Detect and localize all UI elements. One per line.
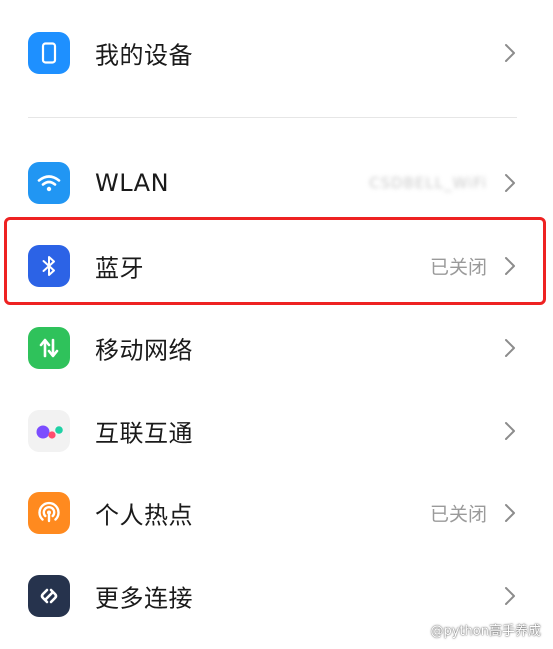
interconnect-icon [28,410,70,452]
settings-item-label: 移动网络 [95,336,193,365]
settings-item-label: 互联互通 [95,419,193,448]
settings-item-my-device[interactable]: 我的设备 [0,12,553,94]
settings-item-label: 个人热点 [95,501,193,530]
settings-item-label: 更多连接 [95,584,193,613]
bluetooth-status: 已关闭 [429,256,487,279]
settings-item-hotspot[interactable]: 个人热点 已关闭 [0,472,553,554]
settings-item-label: WLAN [95,169,170,197]
section-divider [28,117,517,118]
watermark: @python高手养成 [431,620,541,639]
chevron-right-icon [505,422,515,440]
chevron-right-icon [505,174,515,192]
hotspot-status: 已关闭 [429,503,487,526]
chevron-right-icon [505,587,515,605]
phone-icon [28,32,70,74]
watermark-text: @python高手养成 [430,624,541,639]
wifi-icon [28,162,70,204]
settings-item-interconnect[interactable]: 互联互通 [0,390,553,472]
settings-item-mobile-network[interactable]: 移动网络 [0,307,553,389]
mobile-data-icon [28,327,70,369]
chevron-right-icon [505,257,515,275]
link-icon [28,575,70,617]
settings-item-label: 我的设备 [95,41,193,70]
chevron-right-icon [505,504,515,522]
settings-item-wlan[interactable]: WLAN CSDBELL_WiFi [0,142,553,224]
bluetooth-icon [28,245,70,287]
hotspot-icon [28,492,70,534]
settings-item-bluetooth[interactable]: 蓝牙 已关闭 [0,225,553,307]
chevron-right-icon [505,339,515,357]
chevron-right-icon [505,44,515,62]
settings-item-label: 蓝牙 [95,254,144,283]
wlan-network-name: CSDBELL_WiFi [369,174,487,192]
